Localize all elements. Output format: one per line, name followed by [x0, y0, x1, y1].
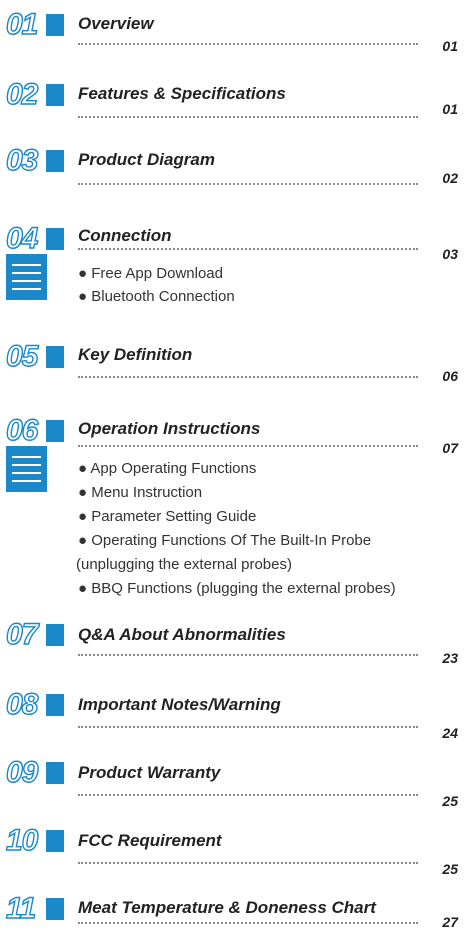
page-number: 23 [442, 650, 458, 666]
section-title: Key Definition [78, 345, 193, 364]
page-number: 25 [442, 793, 458, 809]
page-number: 06 [442, 368, 458, 384]
page-number: 01 [442, 101, 458, 117]
number-bar [46, 150, 64, 172]
number-bar [46, 830, 64, 852]
number-bar [46, 624, 64, 646]
page-number: 24 [442, 725, 458, 741]
section-title: FCC Requirement [78, 831, 222, 850]
page-number: 25 [442, 861, 458, 877]
section-title: Connection [78, 226, 172, 245]
dot-leader [78, 922, 418, 924]
section-title: Features & Specifications [78, 84, 286, 103]
sub-item: ● App Operating Functions [78, 460, 257, 477]
page-number: 27 [442, 914, 458, 930]
section-number: 11 [5, 892, 37, 925]
section-number: 10 [5, 824, 39, 857]
number-bar [46, 14, 64, 36]
dot-leader [78, 794, 418, 796]
sub-item: ● Operating Functions Of The Built-In Pr… [78, 532, 372, 549]
sub-item: ● BBQ Functions (plugging the external p… [78, 580, 396, 597]
dot-leader [78, 376, 418, 378]
sub-item: ● Parameter Setting Guide [78, 508, 257, 525]
section-number: 09 [5, 756, 39, 789]
dot-leader [78, 183, 418, 185]
sub-item: ● Menu Instruction [78, 484, 203, 501]
section-title: Meat Temperature & Doneness Chart [78, 898, 376, 917]
section-number: 02 [5, 78, 39, 111]
section-title: Product Warranty [78, 763, 221, 782]
section-number: 05 [5, 340, 39, 373]
number-bar [46, 346, 64, 368]
dot-leader [78, 726, 418, 728]
number-bar [46, 84, 64, 106]
page-number: 02 [442, 170, 458, 186]
section-title: Operation Instructions [78, 419, 261, 438]
section-number: 08 [5, 688, 39, 721]
dot-leader [78, 43, 418, 45]
number-bar [46, 420, 64, 442]
section-title: Q&A About Abnormalities [78, 625, 286, 644]
dot-leader [78, 445, 418, 447]
number-bar [46, 694, 64, 716]
dot-leader [78, 116, 418, 118]
page-number: 07 [442, 440, 458, 456]
dot-leader [78, 654, 418, 656]
list-icon [6, 254, 47, 300]
section-number: 04 [5, 222, 39, 255]
section-title: Product Diagram [78, 150, 215, 169]
dot-leader [78, 248, 418, 250]
section-number: 03 [5, 144, 39, 177]
page-number: 01 [442, 38, 458, 54]
number-bar [46, 898, 64, 920]
section-title: Important Notes/Warning [78, 695, 281, 714]
number-bar [46, 762, 64, 784]
sub-item: (unplugging the external probes) [76, 556, 292, 573]
section-number: 07 [5, 618, 39, 651]
dot-leader [78, 862, 418, 864]
sub-item: ● Free App Download [78, 265, 223, 282]
section-number: 06 [5, 414, 39, 447]
section-number: 01 [5, 8, 39, 41]
section-title: Overview [78, 14, 154, 33]
number-bar [46, 228, 64, 250]
sub-item: ● Bluetooth Connection [78, 288, 235, 305]
page-number: 03 [442, 246, 458, 262]
list-icon [6, 446, 47, 492]
